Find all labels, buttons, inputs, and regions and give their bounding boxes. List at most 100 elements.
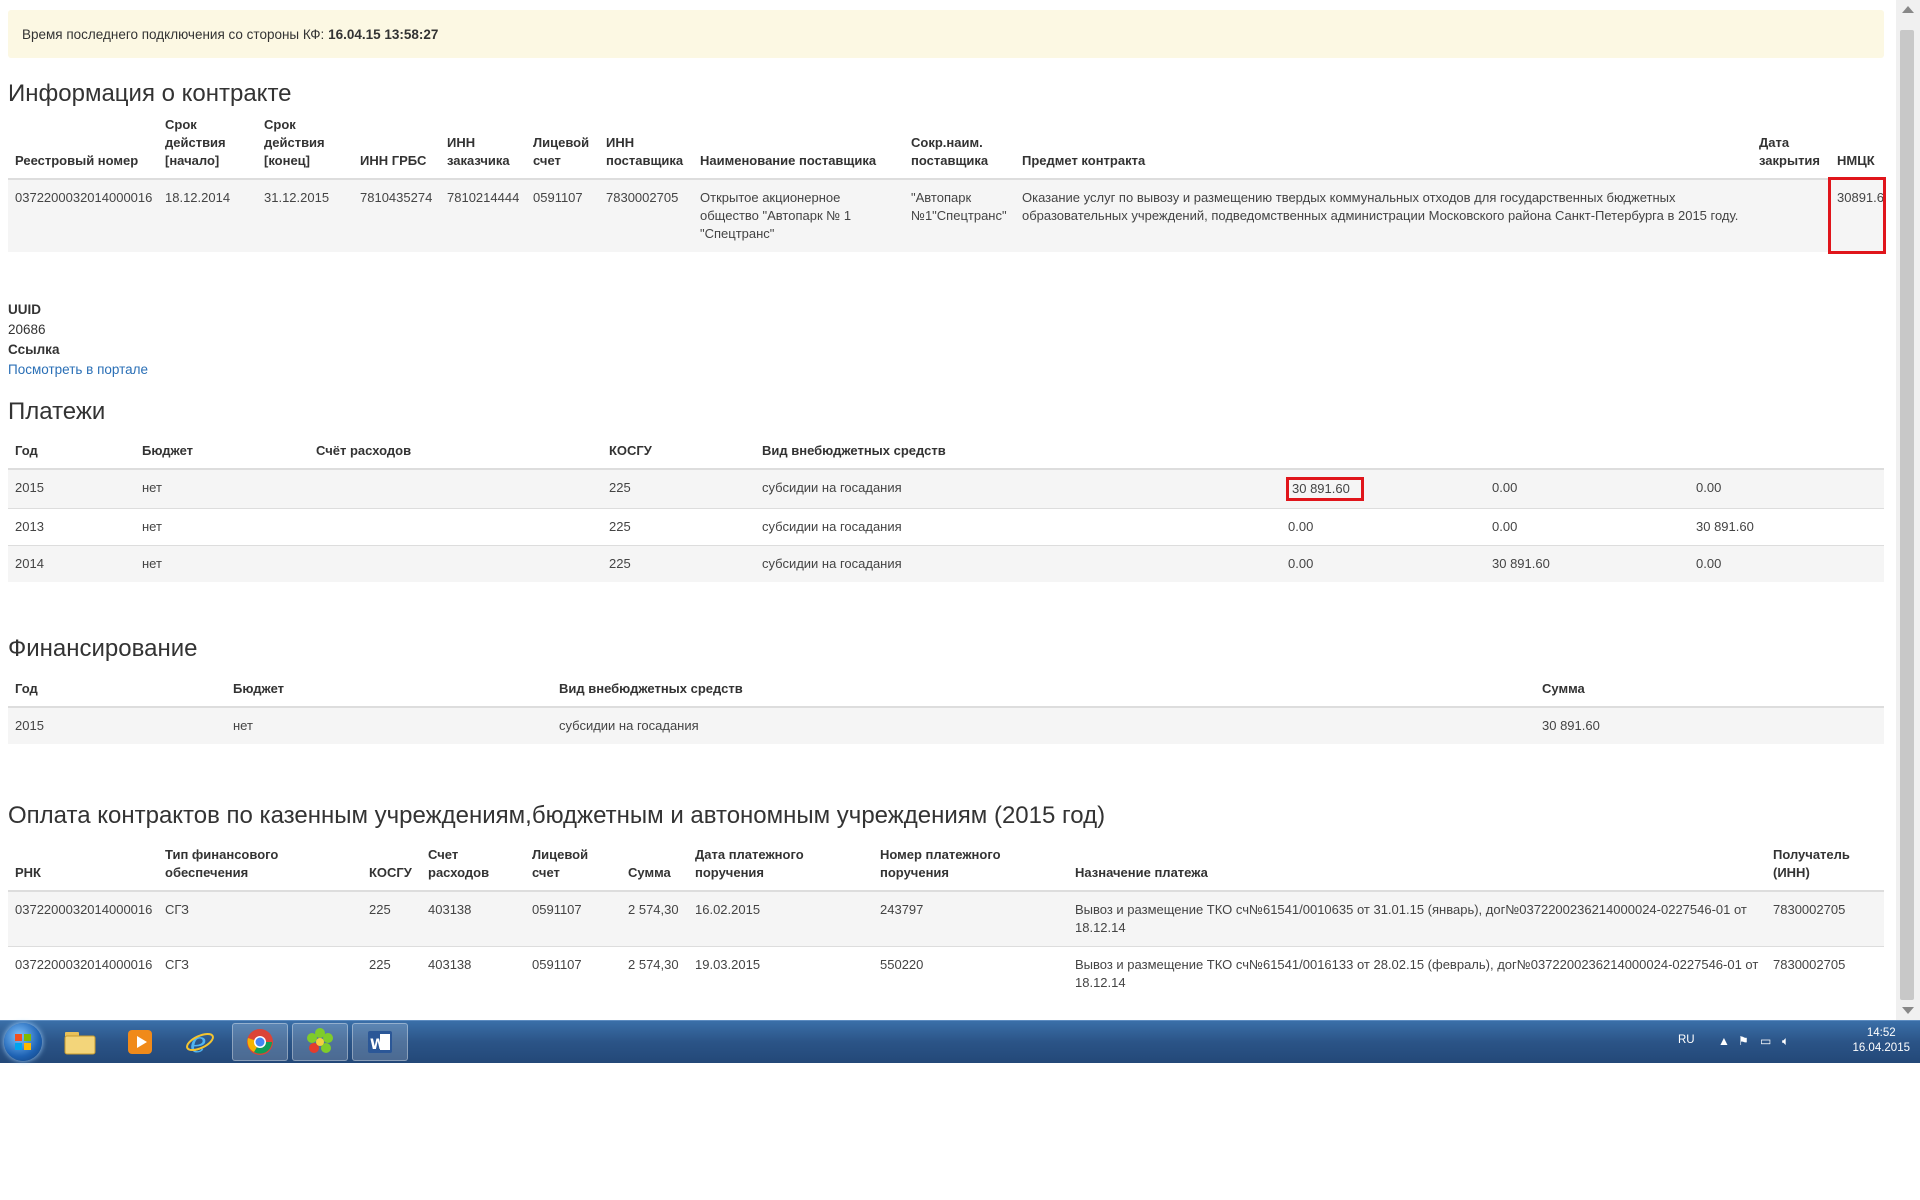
col-header: РНК: [8, 846, 158, 892]
scroll-up-arrow-icon[interactable]: [1902, 6, 1914, 13]
col-header: Сумма: [1535, 680, 1884, 708]
table-cell: субсидии на госадания: [552, 706, 1535, 744]
table-row: 0372200032014000016 СГЗ 225 403138 05911…: [8, 946, 1884, 1001]
col-header: Дата закрытия: [1752, 116, 1830, 180]
table-cell: 7810214444: [440, 178, 526, 252]
table-cell: 0.00: [1689, 545, 1884, 582]
table-cell: субсидии на госадания: [755, 545, 1281, 582]
col-header: Вид внебюджетных средств: [755, 442, 1281, 470]
scroll-down-arrow-icon[interactable]: [1902, 1007, 1914, 1014]
table-cell: 0591107: [525, 890, 621, 947]
media-player-taskbar-button[interactable]: [112, 1023, 168, 1061]
table-cell: [309, 508, 602, 546]
word-icon: W: [368, 1031, 392, 1053]
table-cell: 0.00: [1281, 545, 1485, 582]
col-header: Год: [8, 442, 135, 470]
table-cell: 2014: [8, 545, 135, 582]
col-header: [1281, 442, 1485, 470]
table-cell: 0372200032014000016: [8, 890, 158, 947]
table-row: 0372200032014000016 18.12.2014 31.12.201…: [8, 177, 1886, 254]
col-header: Дата платежного поручения: [688, 846, 873, 892]
table-cell: 0591107: [526, 178, 599, 252]
alert-time: 16.04.15 13:58:27: [328, 27, 439, 42]
table-cell: 30 891.60: [1689, 508, 1884, 546]
table-cell: 0.00: [1485, 468, 1689, 509]
folder-icon: [64, 1032, 96, 1055]
table-row: 0372200032014000016 СГЗ 225 403138 05911…: [8, 890, 1884, 947]
table-cell: 0.00: [1485, 508, 1689, 546]
show-hidden-icons-icon[interactable]: ▲: [1718, 1034, 1730, 1048]
table-cell: нет: [135, 508, 309, 546]
table-cell: "Автопарк №1"Спецтранс": [904, 178, 1015, 252]
table-cell: 0.00: [1689, 468, 1884, 509]
chrome-taskbar-button[interactable]: [232, 1023, 288, 1061]
table-cell: 225: [602, 468, 755, 509]
volume-icon[interactable]: 🔈︎: [1782, 1034, 1789, 1049]
col-header: Получатель (ИНН): [1766, 846, 1884, 892]
col-header: Счёт расходов: [309, 442, 602, 470]
network-icon[interactable]: ▭: [1760, 1034, 1771, 1048]
contract-info-title: Информация о контракте: [8, 80, 292, 107]
icq-flower-icon: [307, 1028, 333, 1053]
windows-taskbar: e W RU ▲ ⚑ ▭ 🔈︎ 14:52 16.04.2015: [0, 1020, 1920, 1063]
table-cell: 2013: [8, 508, 135, 546]
table-cell: 18.12.2014: [158, 178, 257, 252]
internet-explorer-taskbar-button[interactable]: e: [172, 1023, 228, 1061]
financing-header-row: Год Бюджет Вид внебюджетных средств Сумм…: [8, 680, 1884, 708]
payments-title: Платежи: [8, 398, 106, 425]
col-header: [1689, 442, 1884, 470]
table-row: 2013 нет 225 субсидии на госадания 0.00 …: [8, 508, 1884, 546]
last-connection-alert: Время последнего подключения со стороны …: [8, 10, 1884, 58]
table-cell: 30 891.60: [1281, 468, 1485, 509]
table-cell: [1752, 178, 1830, 252]
col-header: КОСГУ: [602, 442, 755, 470]
alert-text: Время последнего подключения со стороны …: [22, 27, 325, 42]
portal-link[interactable]: Посмотреть в портале: [8, 362, 148, 377]
scrollbar-thumb[interactable]: [1900, 30, 1914, 1000]
nmck-value-highlighted: 30891.6: [1828, 177, 1886, 254]
table-cell: 30 891.60: [1485, 545, 1689, 582]
svg-text:W: W: [370, 1037, 385, 1053]
action-center-flag-icon[interactable]: ⚑: [1738, 1034, 1749, 1048]
table-cell: СГЗ: [158, 946, 362, 1001]
col-header: Счет расходов: [421, 846, 525, 892]
table-cell: 30 891.60: [1535, 706, 1884, 744]
col-header: Бюджет: [226, 680, 552, 708]
col-header: Номер платежного поручения: [873, 846, 1068, 892]
table-cell: 2015: [8, 468, 135, 509]
table-cell: субсидии на госадания: [755, 468, 1281, 509]
table-cell: Вывоз и размещение ТКО сч№61541/0016133 …: [1068, 946, 1766, 1001]
table-cell: [309, 545, 602, 582]
word-taskbar-button[interactable]: W: [352, 1023, 408, 1061]
table-cell: 31.12.2015: [257, 178, 353, 252]
table-cell: 2 574,30: [621, 890, 688, 947]
language-indicator[interactable]: RU: [1678, 1034, 1695, 1046]
table-cell: 7810435274: [353, 178, 440, 252]
table-cell: 0372200032014000016: [8, 178, 158, 252]
table-cell: нет: [135, 545, 309, 582]
financing-title: Финансирование: [8, 635, 198, 662]
col-header: Сумма: [621, 846, 688, 892]
payments-table: Год Бюджет Счёт расходов КОСГУ Вид внебю…: [8, 442, 1884, 582]
vertical-scrollbar[interactable]: [1896, 0, 1920, 1020]
col-header: ИНН ГРБС: [353, 116, 440, 180]
internet-explorer-icon: e: [186, 1026, 214, 1058]
explorer-taskbar-button[interactable]: [52, 1023, 108, 1061]
col-header: Бюджет: [135, 442, 309, 470]
start-button[interactable]: [4, 1023, 42, 1061]
table-cell: Оказание услуг по вывозу и размещению тв…: [1015, 178, 1752, 252]
col-header: Наименование поставщика: [693, 116, 904, 180]
svg-text:e: e: [190, 1026, 207, 1058]
icq-taskbar-button[interactable]: [292, 1023, 348, 1061]
table-cell: 0591107: [525, 946, 621, 1001]
windows-logo-icon: [15, 1034, 31, 1050]
col-header: Срок действия [конец]: [257, 116, 353, 180]
table-cell: Открытое акционерное общество "Автопарк …: [693, 178, 904, 252]
col-header: [1485, 442, 1689, 470]
media-player-icon: [128, 1030, 152, 1054]
col-header: Лицевой счет: [525, 846, 621, 892]
taskbar-clock[interactable]: 14:52 16.04.2015: [1852, 1026, 1910, 1056]
table-cell: 7830002705: [1766, 946, 1884, 1001]
uuid-value: 20686: [8, 322, 46, 337]
financing-table: Год Бюджет Вид внебюджетных средств Сумм…: [8, 680, 1884, 744]
